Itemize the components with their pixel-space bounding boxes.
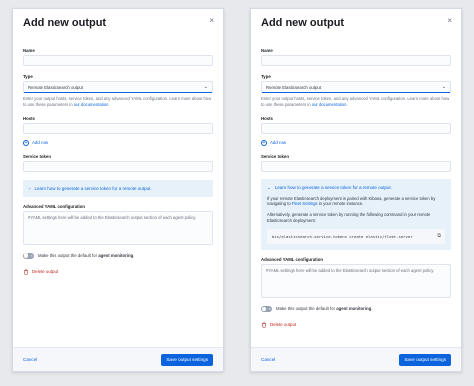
switch-knob bbox=[23, 253, 29, 258]
yaml-editor[interactable]: #YAML settings here will be added to the… bbox=[23, 210, 213, 245]
type-label: Type bbox=[23, 74, 33, 79]
documentation-link[interactable]: our documentation bbox=[312, 102, 347, 107]
type-help-text: Enter your output hosts, service token, … bbox=[23, 96, 213, 108]
command-code-block: bin/elasticsearch-service-tokens create … bbox=[267, 228, 445, 244]
chevron-down-icon: ⌄ bbox=[441, 84, 446, 90]
callout-header[interactable]: ⌄ Learn how to generate a service token … bbox=[267, 185, 445, 191]
flyout-footer: Cancel Save output settings bbox=[251, 347, 461, 371]
plus-circle-icon: + bbox=[261, 139, 267, 146]
type-select[interactable]: Remote Elasticsearch output ⌄ bbox=[23, 81, 213, 93]
documentation-link[interactable]: our documentation bbox=[74, 102, 109, 107]
service-token-label: Service token bbox=[261, 153, 289, 159]
save-output-settings-button[interactable]: Save output settings bbox=[161, 353, 213, 366]
hosts-input[interactable] bbox=[23, 122, 213, 134]
add-row-label: Add row bbox=[270, 140, 287, 146]
type-label: Type bbox=[261, 74, 271, 79]
save-output-settings-button[interactable]: Save output settings bbox=[399, 353, 451, 366]
monitoring-default-label: Make this output the default for agent m… bbox=[276, 306, 373, 311]
cancel-button[interactable]: Cancel bbox=[261, 357, 275, 362]
service-token-label: Service token bbox=[23, 153, 51, 159]
type-help-text: Enter your output hosts, service token, … bbox=[261, 96, 451, 108]
chevron-right-icon: › bbox=[29, 185, 31, 191]
delete-output-label: Delete output bbox=[32, 269, 59, 275]
hosts-label: Hosts bbox=[23, 115, 35, 121]
advanced-yaml-label: Advanced YAML configuration bbox=[23, 203, 85, 209]
hosts-input[interactable] bbox=[261, 122, 451, 134]
chevron-down-icon: ⌄ bbox=[267, 184, 271, 190]
help-text-end: . bbox=[108, 101, 110, 107]
callout-title: Learn how to generate a service token fo… bbox=[34, 185, 152, 191]
monitoring-default-label: Make this output the default for agent m… bbox=[38, 253, 135, 258]
yaml-editor[interactable]: #YAML settings here will be added to the… bbox=[261, 263, 451, 298]
toggle-bold: agent monitoring bbox=[98, 253, 134, 259]
trash-icon bbox=[24, 269, 28, 275]
delete-output-label: Delete output bbox=[270, 322, 297, 328]
hosts-label: Hosts bbox=[261, 115, 273, 121]
delete-output-button[interactable]: Delete output bbox=[261, 322, 451, 328]
name-input[interactable] bbox=[261, 55, 451, 66]
callout-paragraph-1: If your remote Elasticsearch deployment … bbox=[267, 196, 445, 208]
switch-knob bbox=[261, 306, 267, 311]
type-select-value: Remote Elasticsearch output bbox=[266, 85, 321, 90]
add-row-button[interactable]: + Add row bbox=[261, 139, 451, 146]
add-output-flyout-collapsed: Add new output × Name Type Remote Elasti… bbox=[12, 8, 224, 372]
flyout-header: Add new output × bbox=[251, 9, 461, 43]
type-select[interactable]: Remote Elasticsearch output ⌄ bbox=[261, 81, 451, 93]
type-select-value: Remote Elasticsearch output bbox=[28, 85, 83, 90]
monitoring-default-toggle-row: × Make this output the default for agent… bbox=[261, 305, 451, 312]
cross-icon: × bbox=[30, 252, 33, 258]
trash-icon bbox=[262, 322, 266, 328]
close-icon[interactable]: × bbox=[447, 16, 452, 25]
delete-output-button[interactable]: Delete output bbox=[23, 269, 213, 275]
flyout-title: Add new output bbox=[261, 17, 345, 29]
name-input[interactable] bbox=[23, 55, 213, 66]
flyout-title: Add new output bbox=[23, 17, 107, 29]
monitoring-default-switch[interactable]: × bbox=[261, 305, 272, 312]
service-token-input[interactable] bbox=[261, 160, 451, 172]
service-token-callout[interactable]: › Learn how to generate a service token … bbox=[23, 179, 213, 197]
flyout-header: Add new output × bbox=[13, 9, 223, 43]
add-output-flyout-expanded: Add new output × Name Type Remote Elasti… bbox=[250, 8, 462, 372]
flyout-footer: Cancel Save output settings bbox=[13, 347, 223, 371]
copy-icon[interactable]: ⧉ bbox=[437, 233, 441, 239]
advanced-yaml-label: Advanced YAML configuration bbox=[261, 256, 323, 262]
toggle-suffix: . bbox=[371, 306, 373, 312]
cross-icon: × bbox=[268, 305, 271, 311]
toggle-bold: agent monitoring bbox=[336, 306, 372, 312]
callout-p1-end: in your remote instance. bbox=[317, 201, 364, 207]
plus-circle-icon: + bbox=[23, 139, 29, 146]
service-token-callout[interactable]: ⌄ Learn how to generate a service token … bbox=[261, 178, 451, 250]
chevron-down-icon: ⌄ bbox=[203, 84, 208, 90]
add-row-label: Add row bbox=[32, 140, 49, 146]
cancel-button[interactable]: Cancel bbox=[23, 357, 37, 362]
command-text: bin/elasticsearch-service-tokens create … bbox=[272, 233, 413, 239]
toggle-prefix: Make this output the default for bbox=[38, 253, 99, 259]
help-text: Enter your output hosts, service token, … bbox=[23, 96, 212, 107]
name-label: Name bbox=[23, 48, 35, 53]
callout-header[interactable]: › Learn how to generate a service token … bbox=[29, 186, 207, 191]
help-text: Enter your output hosts, service token, … bbox=[261, 96, 450, 107]
add-row-button[interactable]: + Add row bbox=[23, 139, 213, 146]
toggle-prefix: Make this output the default for bbox=[276, 306, 337, 312]
fleet-settings-link[interactable]: Fleet Settings bbox=[292, 201, 318, 206]
monitoring-default-switch[interactable]: × bbox=[23, 252, 34, 259]
name-label: Name bbox=[261, 48, 273, 53]
toggle-suffix: . bbox=[133, 253, 135, 259]
flyout-body: Name Type Remote Elasticsearch output ⌄ … bbox=[251, 43, 461, 349]
callout-title: Learn how to generate a service token fo… bbox=[274, 185, 392, 191]
callout-paragraph-2: Alternatively, generate a service token … bbox=[267, 212, 431, 223]
monitoring-default-toggle-row: × Make this output the default for agent… bbox=[23, 252, 213, 259]
flyout-body: Name Type Remote Elasticsearch output ⌄ … bbox=[13, 43, 223, 349]
help-text-end: . bbox=[346, 101, 348, 107]
close-icon[interactable]: × bbox=[209, 16, 214, 25]
service-token-input[interactable] bbox=[23, 160, 213, 172]
